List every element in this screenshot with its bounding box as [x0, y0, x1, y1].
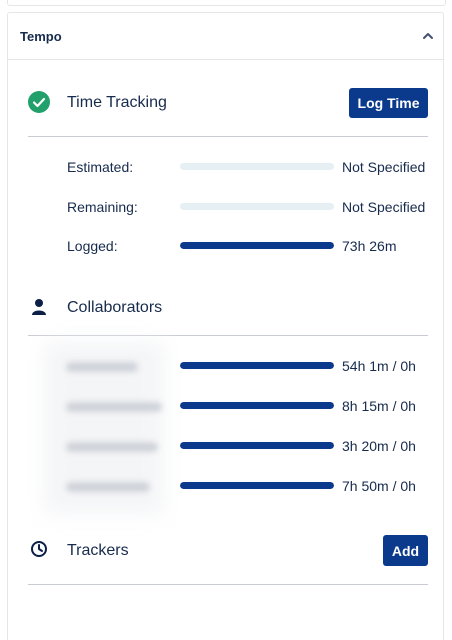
trackers-title: Trackers: [67, 542, 129, 559]
collaborator-name-redacted: [66, 362, 138, 372]
collaborator-bar-fill: [180, 362, 334, 369]
logged-bar-fill: [180, 242, 334, 249]
collaborator-time: 7h 50m / 0h: [342, 478, 416, 494]
logged-label: Logged:: [67, 238, 118, 254]
time-tracking-divider: [28, 136, 428, 137]
collaborator-bar: [180, 402, 334, 409]
check-circle-icon: [28, 91, 50, 113]
estimated-label: Estimated:: [67, 159, 134, 175]
log-time-button[interactable]: Log Time: [349, 88, 428, 118]
logged-value: 73h 26m: [342, 238, 397, 254]
time-tracking-title: Time Tracking: [67, 94, 167, 111]
tempo-page: Tempo Time Tracking Log Time Estimated: …: [0, 0, 452, 640]
collaborator-bar-fill: [180, 482, 334, 489]
clock-icon: [28, 538, 50, 560]
collaborator-bar: [180, 442, 334, 449]
estimated-bar: [180, 163, 334, 170]
estimated-value: Not Specified: [342, 159, 426, 175]
collaborator-name-redacted: [66, 442, 158, 452]
collaborators-header: Collaborators: [28, 293, 428, 323]
panel-title: Tempo: [20, 29, 62, 44]
remaining-value: Not Specified: [342, 199, 426, 215]
panel-header[interactable]: Tempo: [8, 13, 443, 60]
collaborators-title: Collaborators: [67, 299, 163, 316]
collaborator-name-redacted: [66, 482, 150, 492]
collaborator-time: 54h 1m / 0h: [342, 358, 416, 374]
collaborator-time: 3h 20m / 0h: [342, 438, 416, 454]
collaborator-bar: [180, 482, 334, 489]
remaining-label: Remaining:: [67, 199, 138, 215]
trackers-header: Trackers Add: [28, 535, 428, 567]
person-icon: [28, 296, 50, 318]
previous-panel-edge: [7, 0, 446, 6]
collaborator-bar-fill: [180, 402, 334, 409]
collaborator-name-redacted: [66, 402, 162, 412]
remaining-bar: [180, 203, 334, 210]
logged-bar: [180, 242, 334, 249]
add-tracker-button[interactable]: Add: [383, 535, 428, 566]
trackers-divider: [28, 584, 428, 585]
collaborators-divider: [28, 335, 428, 336]
time-tracking-header: Time Tracking Log Time: [28, 88, 428, 118]
chevron-up-icon[interactable]: [417, 25, 439, 47]
collaborator-bar: [180, 362, 334, 369]
collaborator-time: 8h 15m / 0h: [342, 398, 416, 414]
collaborator-bar-fill: [180, 442, 334, 449]
